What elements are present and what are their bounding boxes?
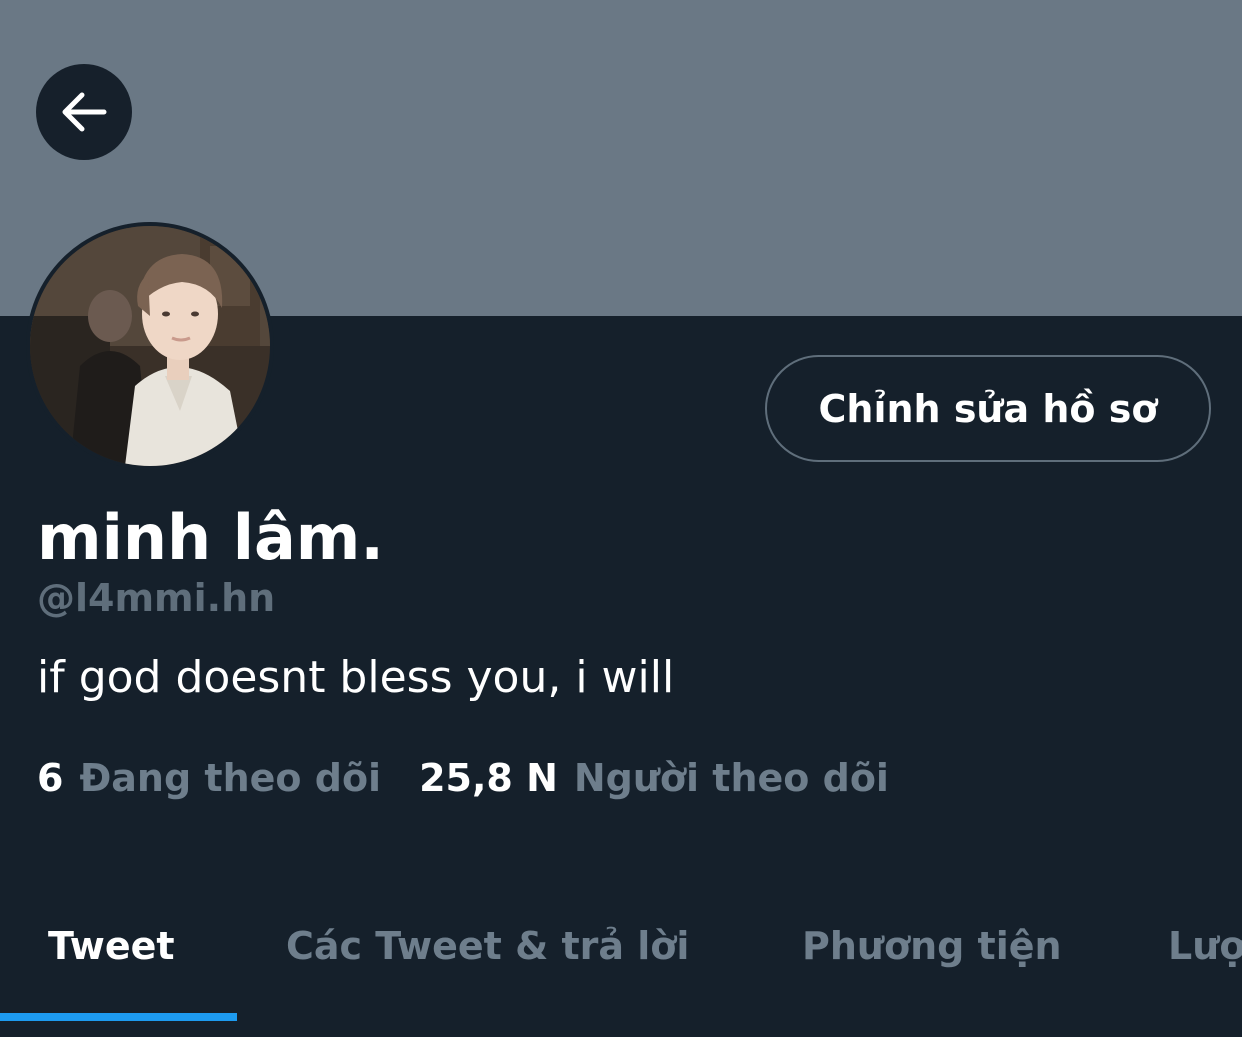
following-count: 6 <box>37 756 64 800</box>
profile-bio: if god doesnt bless you, i will <box>37 652 675 703</box>
profile-tabs: Tweet Các Tweet & trả lời Phương tiện Lư… <box>0 900 1242 1037</box>
display-name: minh lâm. <box>37 501 384 574</box>
back-button[interactable] <box>36 64 132 160</box>
user-handle: @l4mmi.hn <box>37 576 276 620</box>
active-tab-indicator <box>0 1013 237 1021</box>
avatar[interactable] <box>26 222 274 470</box>
avatar-photo <box>30 226 270 466</box>
tab-tweets[interactable]: Tweet <box>48 920 175 972</box>
followers-link[interactable]: 25,8 N Người theo dõi <box>419 752 889 804</box>
profile-page: Chỉnh sửa hồ sơ minh lâm. @l4mmi.hn if g… <box>0 0 1242 1037</box>
following-link[interactable]: 6 Đang theo dõi <box>37 752 381 804</box>
profile-stats: 6 Đang theo dõi 25,8 N Người theo dõi <box>37 752 889 804</box>
arrow-left-icon <box>62 92 107 132</box>
following-label: Đang theo dõi <box>79 756 382 800</box>
tab-likes[interactable]: Lượt thích <box>1168 920 1242 972</box>
followers-count: 25,8 N <box>419 756 558 800</box>
edit-profile-button[interactable]: Chỉnh sửa hồ sơ <box>765 355 1211 462</box>
tab-media[interactable]: Phương tiện <box>802 920 1062 972</box>
tab-tweets-and-replies[interactable]: Các Tweet & trả lời <box>286 920 689 972</box>
followers-label: Người theo dõi <box>573 756 889 800</box>
